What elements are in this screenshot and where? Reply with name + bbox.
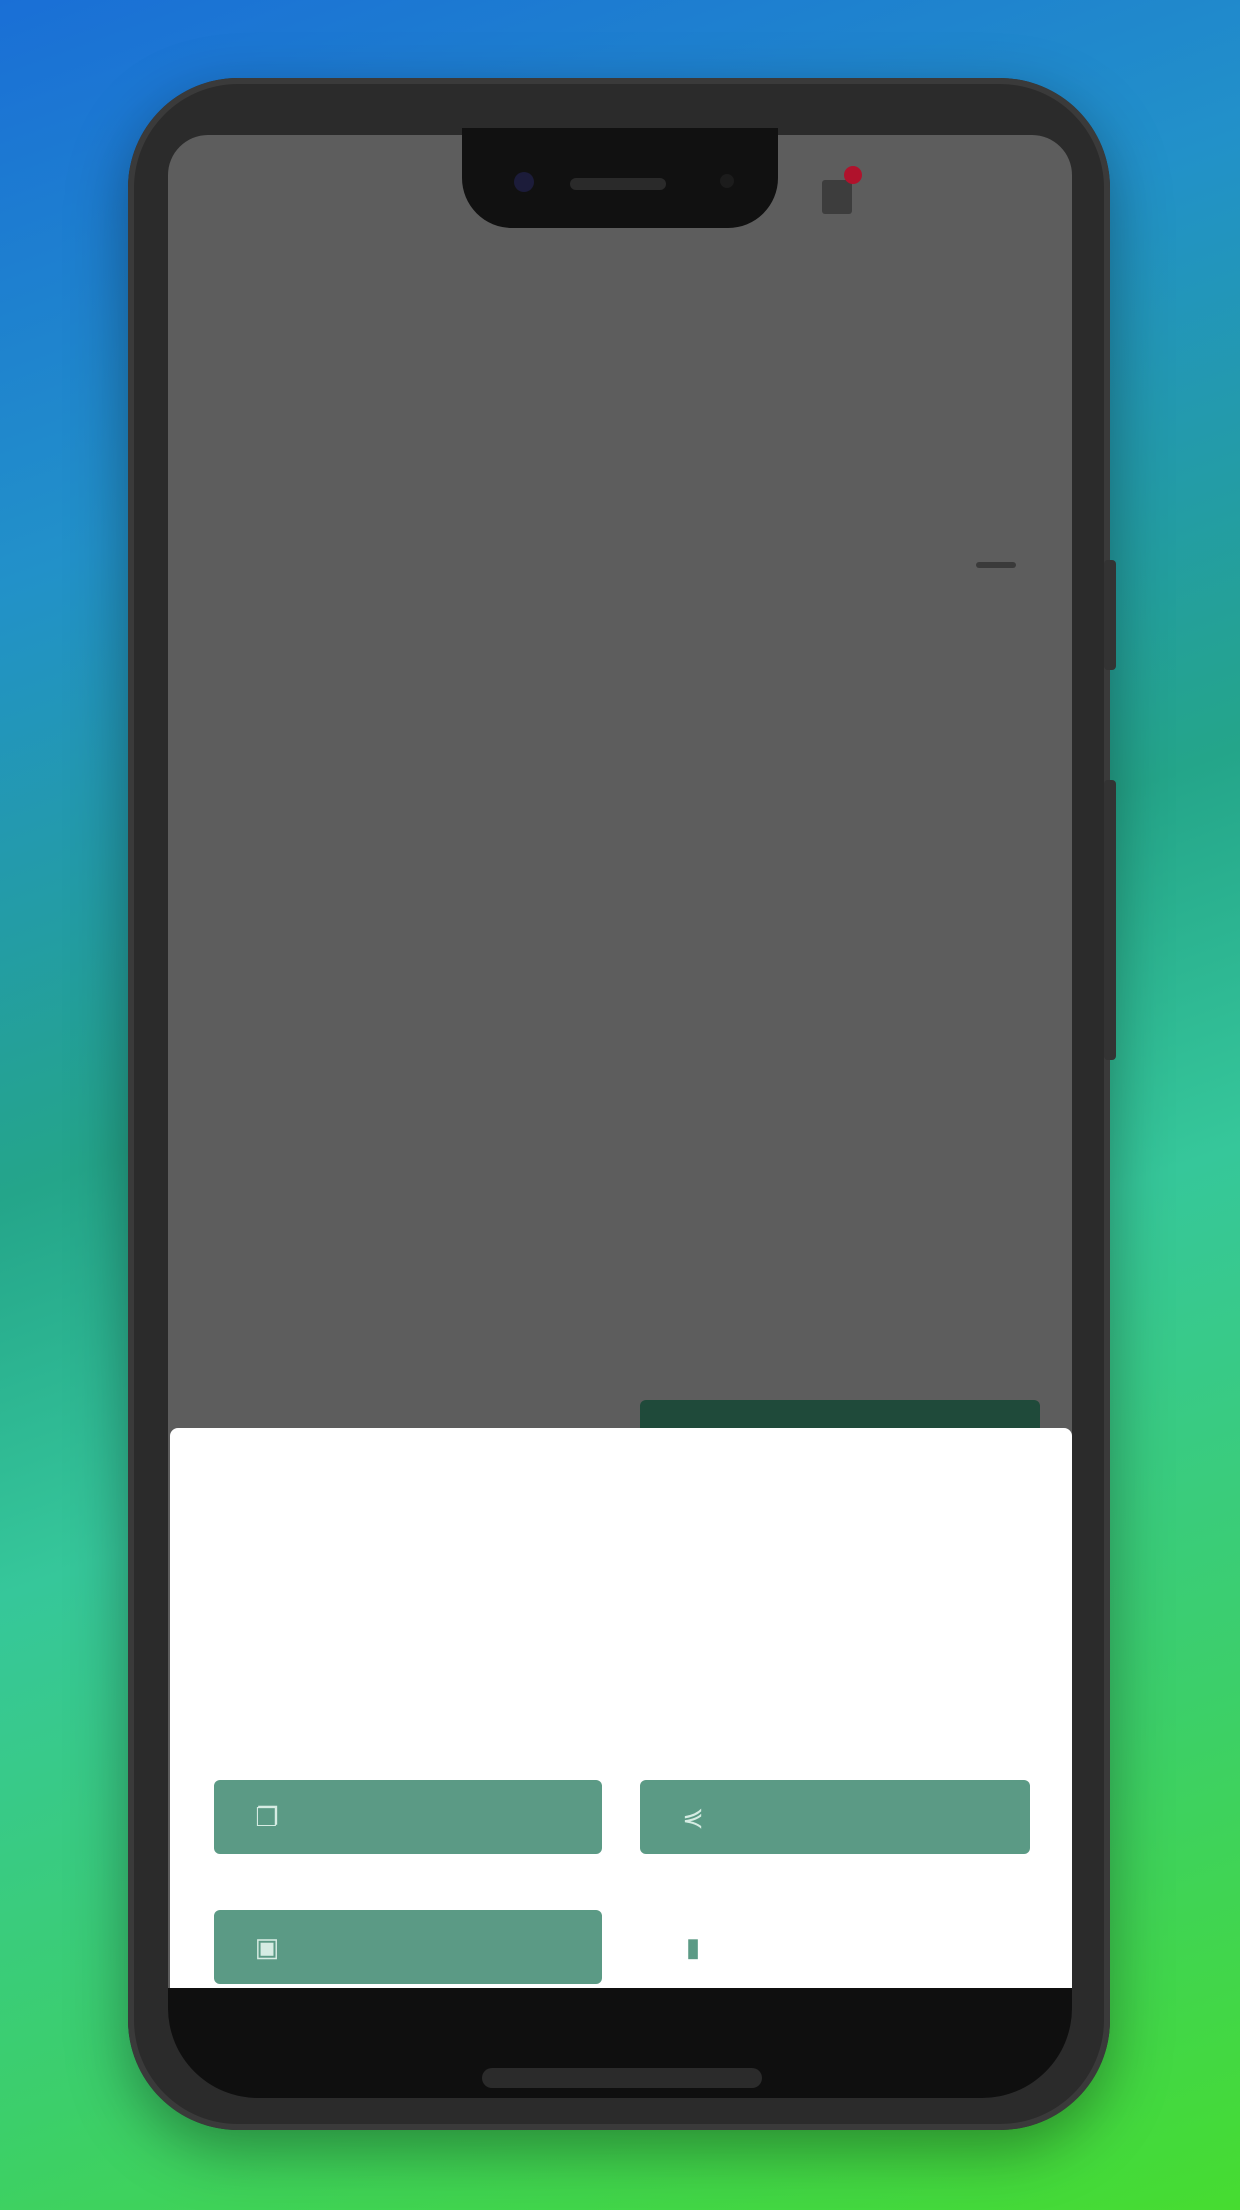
notification-dot	[844, 166, 862, 184]
tab-bar	[230, 247, 990, 267]
share-button[interactable]: ⋞	[640, 1780, 1030, 1854]
share-icon: ⋞	[682, 1801, 704, 1832]
home-indicator[interactable]	[482, 2068, 762, 2088]
device-action-button[interactable]: ▮	[640, 1910, 1030, 1984]
notification-icon	[822, 166, 862, 214]
front-camera-icon	[514, 172, 534, 192]
phone-icon: ▮	[685, 1931, 701, 1962]
copy-button[interactable]: ❐	[214, 1780, 602, 1854]
bottom-sheet: ❐ ⋞ ▣ ▮	[170, 1428, 1072, 1988]
sensor-icon	[720, 174, 734, 188]
power-button	[1104, 560, 1116, 670]
earpiece-speaker	[570, 178, 666, 190]
volume-button	[1104, 780, 1116, 1060]
navigation-bar	[168, 1988, 1072, 2098]
camera-notch	[462, 128, 778, 228]
action-bar-edge	[640, 1400, 1040, 1428]
save-image-button[interactable]: ▣	[214, 1910, 602, 1984]
copy-icon: ❐	[255, 1801, 279, 1832]
image-icon: ▣	[254, 1931, 280, 1962]
field-action-icon[interactable]	[976, 562, 1016, 568]
